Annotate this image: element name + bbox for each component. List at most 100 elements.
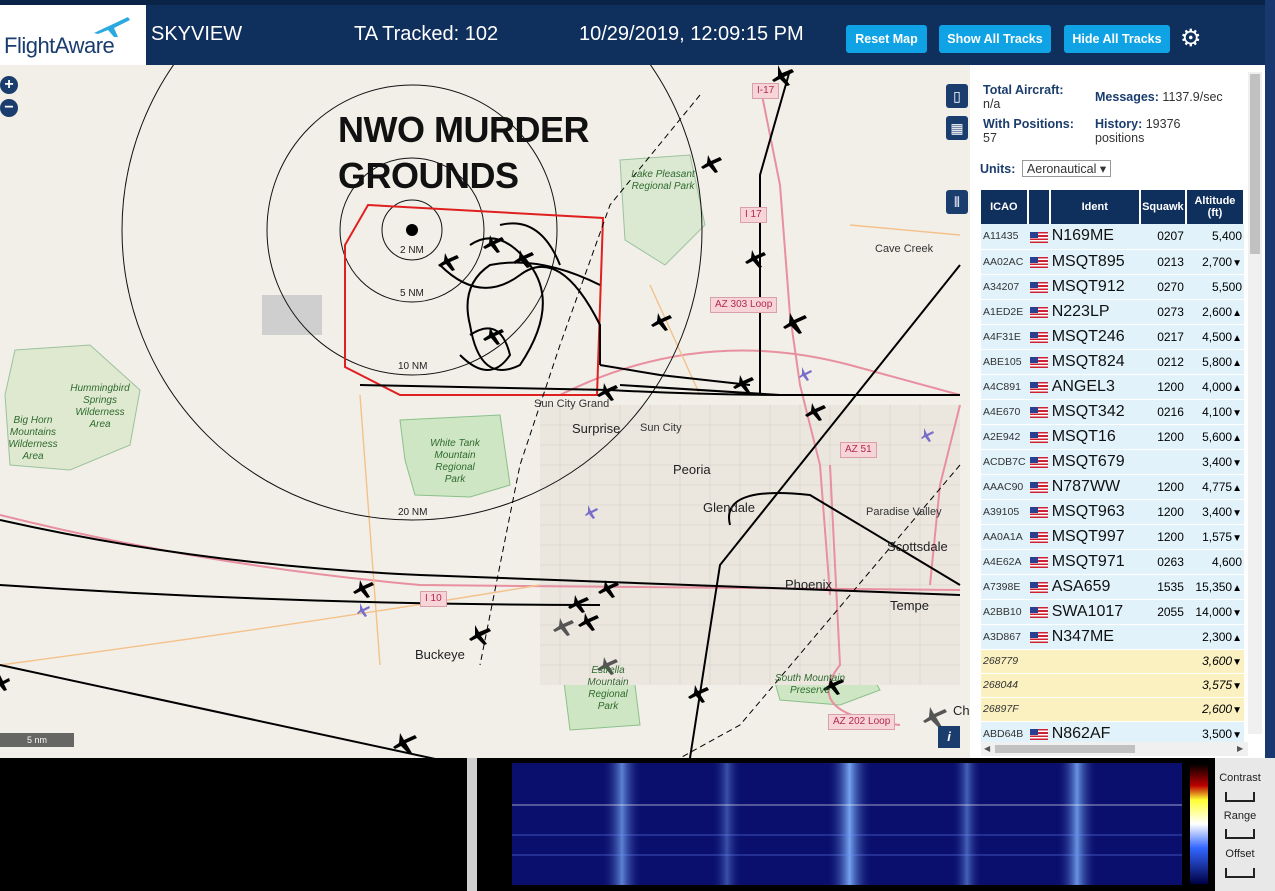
ident-cell: MSQT342 [1049,399,1140,425]
altitude-trend-icon: ▼ [1232,729,1242,741]
ident-cell: MSQT997 [1049,524,1140,550]
us-flag-icon [1029,431,1048,443]
zoom-out-button[interactable]: − [0,99,18,117]
gear-icon[interactable]: ⚙ [1180,27,1202,51]
ident-cell [1049,697,1140,722]
table-row[interactable]: A4C891 ANGEL3 1200 4,000▲ [981,374,1244,400]
column-header-flag[interactable] [1027,190,1051,224]
range-slider[interactable] [1225,829,1255,839]
units-select[interactable]: Aeronautical ▾ [1021,160,1112,177]
ident-cell: ANGEL3 [1049,374,1140,400]
map-layers-icon[interactable]: ▯ [946,84,968,108]
us-flag-icon [1029,306,1048,318]
altitude-trend-icon: ▼ [1232,681,1242,692]
zoom-in-button[interactable]: + [0,76,18,94]
table-row[interactable]: A4E62A MSQT971 0263 4,600 [981,549,1244,575]
ident-cell: MSQT971 [1049,549,1140,575]
squawk-cell [1139,697,1186,722]
altitude-trend-icon: ▲ [1232,307,1242,319]
table-row[interactable]: A2BB10 SWA1017 2055 14,000▼ [981,599,1244,625]
table-row[interactable]: 268044 3,575▼ [981,673,1244,698]
history-stat: History: 19376 positions [1095,117,1180,145]
altitude-trend-icon: ▲ [1232,382,1242,394]
flag-cell [1027,549,1050,575]
squawk-cell [1139,624,1186,650]
table-row[interactable]: A7398E ASA659 1535 15,350▲ [981,574,1244,600]
altitude-cell: 3,600▼ [1185,649,1244,674]
waterfall-margin [482,763,512,885]
range-label-10nm: 10 NM [398,361,428,372]
column-header-squawk[interactable]: Squawk [1139,190,1187,224]
altitude-value: 3,575 [1202,678,1233,692]
ident-cell: MSQT895 [1049,249,1140,275]
altitude-value: 4,600 [1211,554,1242,569]
show-all-tracks-button[interactable]: Show All Tracks [939,25,1051,53]
icao-cell: A11435 [981,224,1028,250]
table-row[interactable]: 268779 3,600▼ [981,649,1244,674]
squawk-cell: 1200 [1139,474,1186,500]
contrast-label: Contrast [1219,772,1261,784]
flag-cell [1027,697,1050,722]
table-row[interactable]: AA02AC MSQT895 0213 2,700▼ [981,249,1244,275]
ident-cell: MSQT912 [1049,274,1140,300]
panel-horizontal-scrollbar[interactable]: ◀ ▶ [981,742,1248,756]
table-row[interactable]: ACDB7C MSQT679 3,400▼ [981,449,1244,475]
grid-icon[interactable]: ▦ [946,116,968,140]
altitude-cell: 4,775▲ [1185,474,1244,500]
table-row[interactable]: A2E942 MSQT16 1200 5,600▲ [981,424,1244,450]
park-label: Big Horn Mountains Wilderness Area [8,415,58,462]
scrollbar-thumb[interactable] [995,745,1135,753]
product-title: SKYVIEW [151,23,243,45]
table-row[interactable]: A4E670 MSQT342 0216 4,100▼ [981,399,1244,425]
messages-label: Messages: [1095,90,1159,104]
hide-all-tracks-button[interactable]: Hide All Tracks [1064,25,1170,53]
ident-cell [1049,673,1140,698]
column-header-icao[interactable]: ICAO [981,190,1029,224]
table-row[interactable]: A4F31E MSQT246 0217 4,500▲ [981,324,1244,350]
map-canvas[interactable]: NWO MURDER GROUNDS 2 NM 5 NM 10 NM 20 NM… [0,65,970,758]
clock-datetime: 10/29/2019, 12:09:15 PM [579,23,804,45]
altitude-trend-icon: ▲ [1232,632,1242,644]
panel-vertical-scrollbar[interactable] [1248,72,1262,734]
table-row[interactable]: AA0A1A MSQT997 1200 1,575▼ [981,524,1244,550]
altitude-cell: 1,575▼ [1185,524,1244,550]
with-positions-label: With Positions: [983,117,1074,131]
squawk-cell: 1200 [1139,374,1186,400]
table-row[interactable]: AAAC90 N787WW 1200 4,775▲ [981,474,1244,500]
flag-cell [1027,599,1050,625]
reset-map-button[interactable]: Reset Map [846,25,927,53]
table-row[interactable]: ABE105 MSQT824 0212 5,800▲ [981,349,1244,375]
flag-cell [1027,224,1050,250]
table-row[interactable]: A39105 MSQT963 1200 3,400▼ [981,499,1244,525]
scroll-left-arrow-icon[interactable]: ◀ [984,744,990,753]
column-header-altitude[interactable]: Altitude (ft) [1185,190,1246,224]
info-button[interactable]: i [938,726,960,748]
table-row[interactable]: 26897F 2,600▼ [981,697,1244,722]
altitude-value: 2,600 [1202,702,1233,716]
contrast-slider[interactable] [1225,792,1255,802]
window-divider [467,758,477,891]
scroll-right-arrow-icon[interactable]: ▶ [1237,744,1243,753]
column-header-ident[interactable]: Ident [1049,190,1141,224]
altitude-value: 4,775 [1202,479,1233,494]
offset-slider[interactable] [1225,868,1255,878]
scrollbar-thumb[interactable] [1250,74,1260,254]
altitude-cell: 5,400 [1185,224,1244,250]
altitude-value: 5,500 [1211,279,1242,294]
flag-cell [1027,374,1050,400]
columns-icon[interactable]: ⦀ [946,190,968,214]
altitude-cell: 5,500 [1185,274,1244,300]
flightaware-logo[interactable]: FlightAware [0,5,146,65]
aircraft-table-body: A11435 N169ME 0207 5,400 AA02AC MSQT895 0213 2,… [981,224,1244,747]
icao-cell: A4E670 [981,399,1028,425]
messages-stat: Messages: 1137.9/sec [1095,90,1223,104]
squawk-cell [1139,649,1186,674]
table-row[interactable]: A11435 N169ME 0207 5,400 [981,224,1244,250]
table-row[interactable]: A1ED2E N223LP 0273 2,600▲ [981,299,1244,325]
icao-cell: A7398E [981,574,1028,600]
table-row[interactable]: A34207 MSQT912 0270 5,500 [981,274,1244,300]
us-flag-icon [1029,481,1048,493]
park-label: Hummingbird Springs Wilderness Area [70,383,130,430]
squawk-cell: 0216 [1139,399,1186,425]
table-row[interactable]: A3D867 N347ME 2,300▲ [981,624,1244,650]
